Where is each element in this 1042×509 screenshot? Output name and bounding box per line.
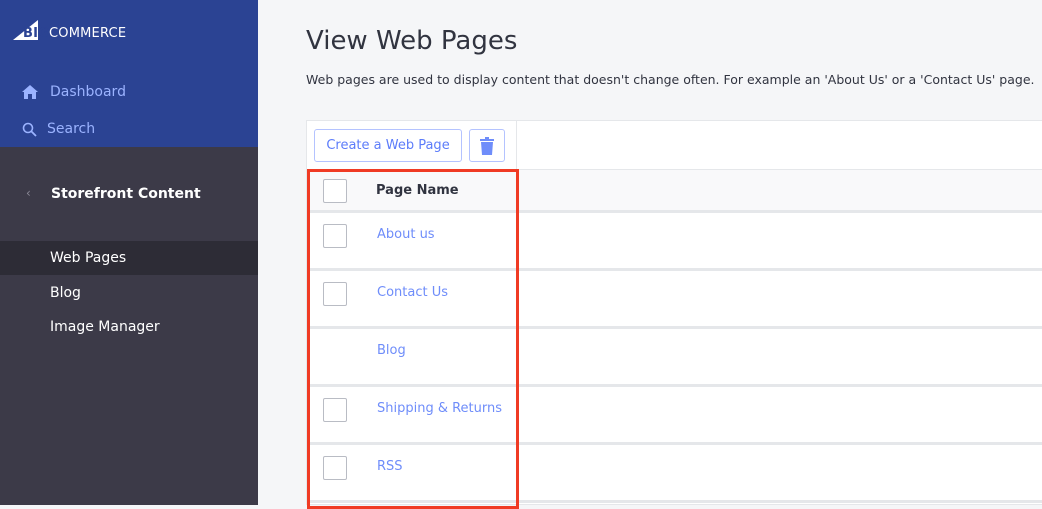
table-row: Blog (307, 329, 1042, 387)
toolbar-divider (516, 121, 517, 170)
nav-dashboard[interactable]: Dashboard (22, 84, 126, 100)
page-link[interactable]: Contact Us (377, 285, 448, 300)
row-checkbox[interactable] (323, 282, 347, 306)
table-header: Page Name (307, 170, 1042, 213)
page-description: Web pages are used to display content th… (306, 72, 1035, 87)
nav-search[interactable]: Search (22, 121, 95, 137)
page-title: View Web Pages (306, 26, 518, 56)
table-toolbar: Create a Web Page (307, 121, 1042, 170)
nav-search-label: Search (47, 121, 96, 137)
sidebar-item-image-manager[interactable]: Image Manager (0, 310, 258, 344)
back-chevron-icon[interactable]: ‹ (26, 186, 31, 200)
trash-icon (480, 136, 494, 155)
home-icon (22, 85, 38, 99)
create-web-page-button[interactable]: Create a Web Page (314, 129, 462, 162)
sidebar-item-web-pages[interactable]: Web Pages (0, 241, 258, 275)
table-row: RSS (307, 445, 1042, 503)
row-checkbox[interactable] (323, 398, 347, 422)
bigcommerce-logo[interactable]: BIG COMMERCE (13, 18, 130, 42)
delete-button[interactable] (469, 129, 505, 162)
select-all-checkbox[interactable] (323, 179, 347, 203)
sidebar-item-blog[interactable]: Blog (0, 276, 258, 310)
table-row: Contact Us (307, 271, 1042, 329)
nav-dashboard-label: Dashboard (50, 84, 126, 100)
page-link[interactable]: RSS (377, 459, 403, 474)
page-link[interactable]: Blog (377, 343, 406, 358)
svg-text:BIG: BIG (23, 26, 49, 41)
sidebar: BIG COMMERCE Dashboard Search ‹ Storefron… (0, 0, 258, 505)
column-header-page-name[interactable]: Page Name (376, 183, 459, 198)
table-row: Shipping & Returns (307, 387, 1042, 445)
row-checkbox[interactable] (323, 456, 347, 480)
page-link[interactable]: Shipping & Returns (377, 401, 502, 416)
table-row: About us (307, 213, 1042, 271)
row-checkbox[interactable] (323, 224, 347, 248)
main-content: View Web Pages Web pages are used to dis… (258, 0, 1042, 505)
svg-text:COMMERCE: COMMERCE (49, 26, 126, 41)
sidebar-header: BIG COMMERCE Dashboard Search (0, 0, 258, 147)
search-icon (22, 122, 37, 137)
page-link[interactable]: About us (377, 227, 435, 242)
web-pages-table: Create a Web Page Page Name About us Con… (306, 120, 1042, 505)
section-title: Storefront Content (51, 186, 201, 202)
